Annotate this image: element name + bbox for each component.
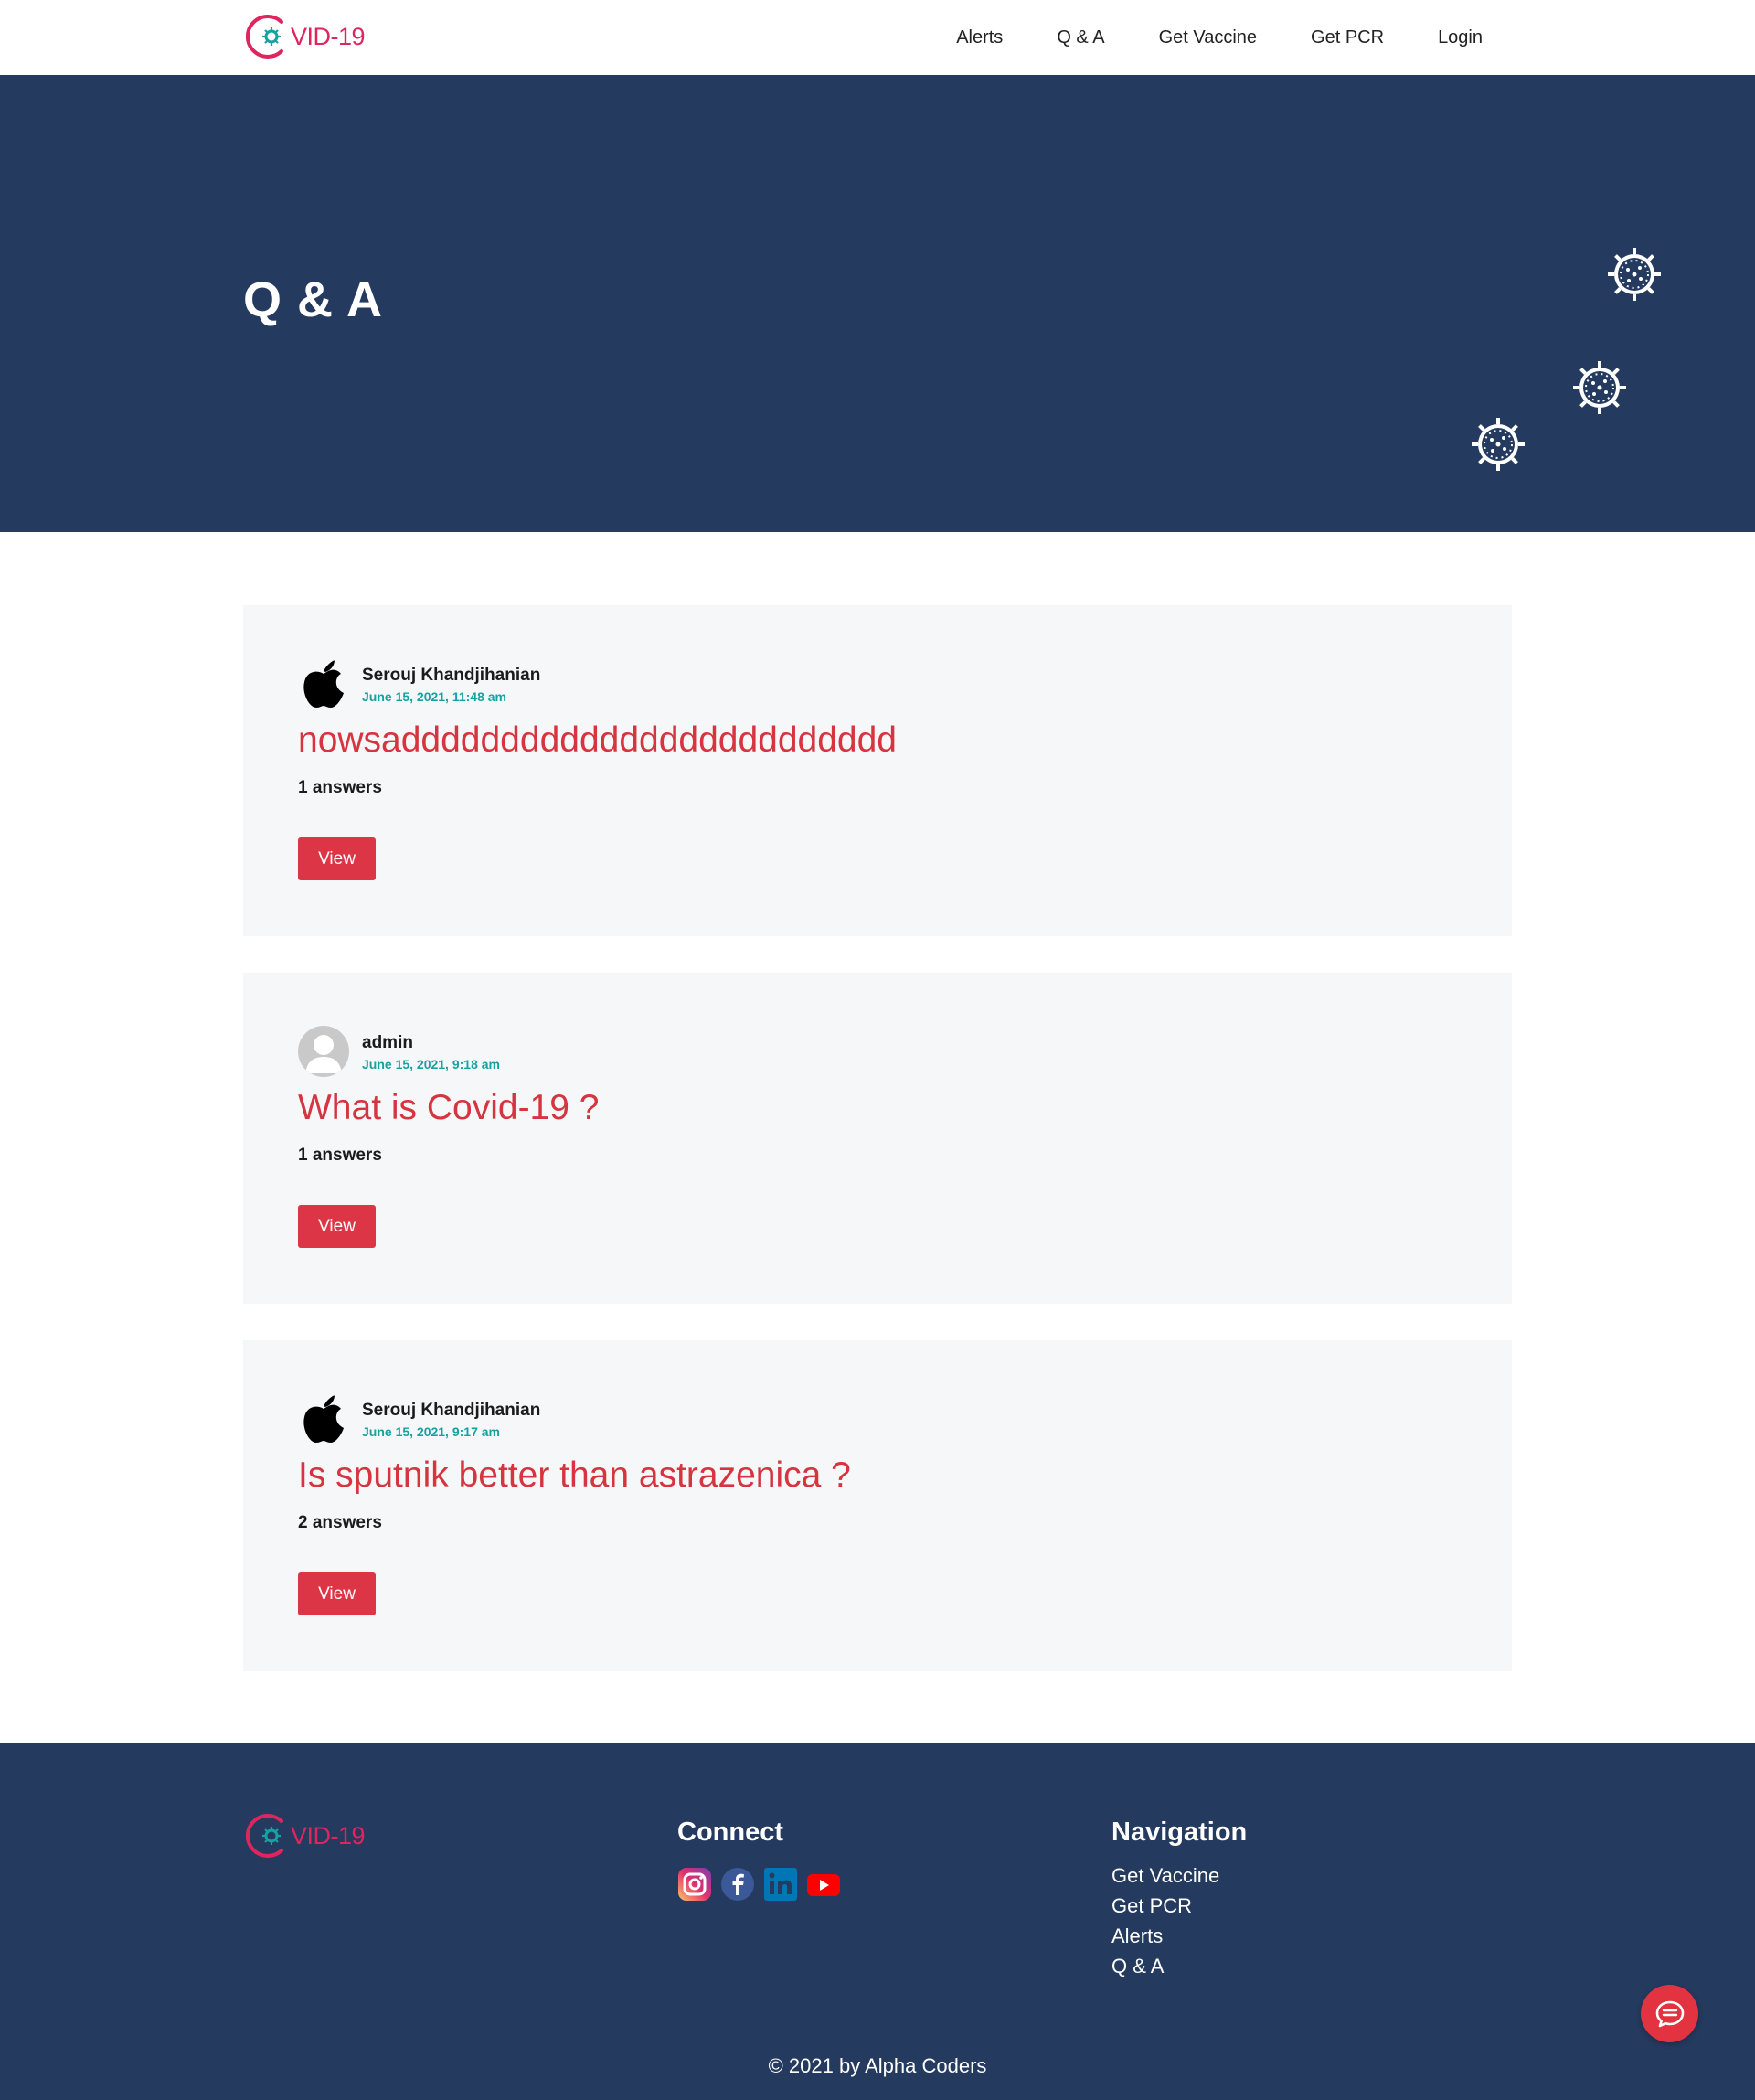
page-title: Q & A xyxy=(243,272,383,327)
connect-heading: Connect xyxy=(677,1818,783,1847)
question-title: nowsaddddddddddddddddddddddddd xyxy=(298,720,897,760)
navbar: VID-19 Alerts Q & A Get Vaccine Get PCR … xyxy=(0,0,1755,75)
footer: VID-19 Connect Navigation Get Vaccine Ge… xyxy=(0,1743,1755,2100)
copyright: © 2021 by Alpha Coders xyxy=(768,2054,987,2077)
virus-icon xyxy=(1608,248,1661,301)
logo-text: VID-19 xyxy=(291,22,366,50)
nav-link-qa[interactable]: Q & A xyxy=(1057,27,1104,48)
author-name: Serouj Khandjihanian xyxy=(362,666,541,685)
facebook-icon[interactable] xyxy=(720,1867,755,1902)
hero-banner: Q & A xyxy=(0,75,1755,532)
footer-link-alerts[interactable]: Alerts xyxy=(1112,1921,1219,1951)
chat-button[interactable] xyxy=(1641,1985,1698,2042)
answers-count: 2 answers xyxy=(298,1513,382,1532)
question-card: Serouj Khandjihanian June 15, 2021, 11:4… xyxy=(243,605,1512,936)
view-button[interactable]: View xyxy=(298,1572,376,1615)
chat-icon xyxy=(1655,2000,1684,2027)
footer-link-get-pcr[interactable]: Get PCR xyxy=(1112,1891,1219,1921)
question-card: Serouj Khandjihanian June 15, 2021, 9:17… xyxy=(243,1340,1512,1671)
answers-count: 1 answers xyxy=(298,778,382,797)
logo-text: VID-19 xyxy=(291,1821,366,1849)
avatar xyxy=(298,1026,349,1077)
answers-count: 1 answers xyxy=(298,1146,382,1165)
virus-icon xyxy=(1573,361,1626,414)
instagram-icon[interactable] xyxy=(677,1867,712,1902)
linkedin-icon[interactable] xyxy=(763,1867,798,1902)
nav-link-login[interactable]: Login xyxy=(1438,27,1483,48)
covid-logo-icon xyxy=(245,1814,283,1858)
avatar xyxy=(298,1393,349,1444)
author-row: Serouj Khandjihanian June 15, 2021, 9:17… xyxy=(298,1393,540,1444)
apple-icon xyxy=(303,1395,344,1443)
avatar xyxy=(298,658,349,709)
nav-link-get-pcr[interactable]: Get PCR xyxy=(1311,27,1384,48)
question-card: admin June 15, 2021, 9:18 am What is Cov… xyxy=(243,973,1512,1304)
question-title: What is Covid-19 ? xyxy=(298,1088,600,1127)
covid-logo-icon xyxy=(245,15,283,59)
navigation-heading: Navigation xyxy=(1112,1818,1248,1847)
post-date: June 15, 2021, 9:18 am xyxy=(362,1057,500,1071)
nav-link-alerts[interactable]: Alerts xyxy=(956,27,1003,48)
social-links xyxy=(677,1867,849,1902)
author-name: Serouj Khandjihanian xyxy=(362,1401,541,1420)
footer-link-qa[interactable]: Q & A xyxy=(1112,1951,1219,1981)
author-name: admin xyxy=(362,1033,413,1052)
footer-logo[interactable]: VID-19 xyxy=(241,1812,366,1860)
nav-link-get-vaccine[interactable]: Get Vaccine xyxy=(1159,27,1257,48)
footer-nav: Get Vaccine Get PCR Alerts Q & A xyxy=(1112,1860,1219,1981)
nav-menu: Alerts Q & A Get Vaccine Get PCR Login xyxy=(956,0,1483,75)
post-date: June 15, 2021, 9:17 am xyxy=(362,1424,500,1439)
youtube-icon[interactable] xyxy=(806,1867,841,1902)
virus-icon xyxy=(1472,418,1525,471)
footer-link-get-vaccine[interactable]: Get Vaccine xyxy=(1112,1860,1219,1891)
apple-icon xyxy=(303,660,344,708)
post-date: June 15, 2021, 11:48 am xyxy=(362,689,506,704)
question-title: Is sputnik better than astrazenica ? xyxy=(298,1455,851,1495)
view-button[interactable]: View xyxy=(298,837,376,880)
user-icon xyxy=(305,1035,342,1073)
author-row: Serouj Khandjihanian June 15, 2021, 11:4… xyxy=(298,658,540,709)
logo[interactable]: VID-19 xyxy=(241,13,366,60)
author-row: admin June 15, 2021, 9:18 am xyxy=(298,1026,500,1077)
view-button[interactable]: View xyxy=(298,1205,376,1248)
